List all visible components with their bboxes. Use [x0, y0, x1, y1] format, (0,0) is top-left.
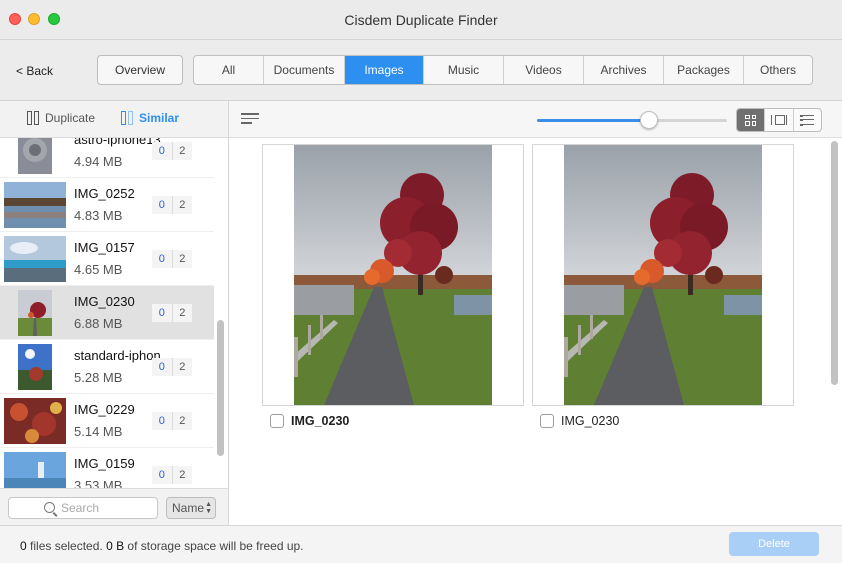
view-mode-switcher [736, 108, 822, 132]
thumbnail-standard-iphone [18, 344, 52, 390]
detail-view-button[interactable] [794, 109, 821, 131]
grid-view-button[interactable] [737, 109, 766, 131]
updown-arrows-icon: ▲ ▼ [205, 501, 212, 515]
thumbnail-size-slider[interactable] [537, 111, 727, 129]
thumbnail-img-0229 [4, 398, 66, 444]
sort-label: Name [172, 501, 205, 515]
slider-knob[interactable] [640, 111, 659, 129]
preview-toolbar [229, 101, 842, 138]
similar-icon [121, 111, 135, 125]
filmstrip-icon [770, 115, 787, 125]
list-item[interactable]: IMG_0230 6.88 MB 02 [0, 286, 214, 340]
list-item[interactable]: IMG_0252 4.83 MB 02 [0, 178, 214, 232]
list-item[interactable]: astro-iphone13... 4.94 MB 02 [0, 138, 214, 178]
count-badge: 02 [152, 466, 192, 484]
category-tabs: All Documents Images Music Videos Archiv… [193, 55, 813, 85]
list-item[interactable]: IMG_0229 5.14 MB 02 [0, 394, 214, 448]
selection-summary: 0 files selected. 0 B of storage space w… [20, 539, 304, 553]
image-preview [294, 145, 492, 405]
search-box[interactable] [8, 497, 158, 519]
tab-documents[interactable]: Documents [264, 56, 345, 84]
tab-music[interactable]: Music [424, 56, 504, 84]
mode-switcher: Duplicate Similar [0, 101, 228, 138]
similar-mode-label: Similar [139, 111, 180, 125]
select-options-icon[interactable] [241, 113, 259, 126]
file-size: 5.28 MB [74, 370, 123, 385]
tab-packages[interactable]: Packages [664, 56, 744, 84]
sidebar-footer: Name ▲▼ [0, 488, 228, 525]
preview-scrollbar[interactable] [831, 141, 838, 385]
strip-view-button[interactable] [765, 109, 794, 131]
image-preview [564, 145, 762, 405]
toolbar: < Back Overview All Documents Images Mus… [0, 40, 842, 101]
list-detail-icon [800, 114, 815, 126]
selected-count: 0 [20, 539, 27, 553]
freed-space: 0 B [106, 539, 125, 553]
list-item[interactable]: IMG_0159 3.53 MB 02 [0, 448, 214, 488]
search-input[interactable] [61, 500, 155, 516]
back-button[interactable]: < Back [16, 64, 53, 78]
thumbnail-img-0157 [4, 236, 66, 282]
image-card[interactable] [532, 144, 794, 406]
count-badge: 02 [152, 412, 192, 430]
sidebar: Duplicate Similar astro-iphone13... 4.94… [0, 101, 229, 525]
duplicate-mode-label: Duplicate [45, 111, 96, 125]
window-title: Cisdem Duplicate Finder [344, 12, 498, 28]
select-checkbox[interactable] [270, 414, 284, 428]
tab-archives[interactable]: Archives [584, 56, 664, 84]
status-bar: 0 files selected. 0 B of storage space w… [0, 525, 842, 563]
thumbnail-img-0230 [18, 290, 52, 336]
file-group-list[interactable]: astro-iphone13... 4.94 MB 02 IMG_0252 4.… [0, 138, 220, 488]
duplicate-icon [27, 111, 41, 125]
count-badge: 02 [152, 196, 192, 214]
image-name-label: IMG_0230 [291, 414, 350, 428]
count-badge: 02 [152, 250, 192, 268]
similar-mode-button[interactable]: Similar [121, 111, 179, 125]
file-size: 5.14 MB [74, 424, 123, 439]
tab-all[interactable]: All [194, 56, 264, 84]
count-badge: 02 [152, 358, 192, 376]
tab-videos[interactable]: Videos [504, 56, 584, 84]
thumbnail-img-0159 [4, 452, 66, 488]
search-icon [44, 502, 55, 513]
duplicate-mode-button[interactable]: Duplicate [27, 111, 95, 125]
file-size: 4.83 MB [74, 208, 123, 223]
thumbnail-astro [18, 138, 52, 174]
list-item[interactable]: IMG_0157 4.65 MB 02 [0, 232, 214, 286]
file-size: 3.53 MB [74, 478, 123, 488]
file-size: 6.88 MB [74, 316, 123, 331]
tab-images[interactable]: Images [345, 56, 424, 84]
tab-others[interactable]: Others [744, 56, 812, 84]
overview-button[interactable]: Overview [97, 55, 183, 85]
sort-select[interactable]: Name ▲ ▼ [166, 497, 216, 519]
slider-fill [537, 119, 650, 122]
list-item[interactable]: standard-iphon... 5.28 MB 02 [0, 340, 214, 394]
file-size: 4.94 MB [74, 154, 123, 169]
select-checkbox[interactable] [540, 414, 554, 428]
grid-icon [745, 114, 757, 126]
image-card[interactable] [262, 144, 524, 406]
file-size: 4.65 MB [74, 262, 123, 277]
delete-button[interactable]: Delete [729, 532, 819, 556]
title-bar: Cisdem Duplicate Finder [0, 0, 842, 40]
count-badge: 02 [152, 142, 192, 160]
image-name-label: IMG_0230 [561, 414, 620, 428]
preview-panel: IMG_0230 IMG_0230 [229, 101, 842, 525]
count-badge: 02 [152, 304, 192, 322]
thumbnail-img-0252 [4, 182, 66, 228]
sidebar-scrollbar[interactable] [217, 320, 224, 456]
